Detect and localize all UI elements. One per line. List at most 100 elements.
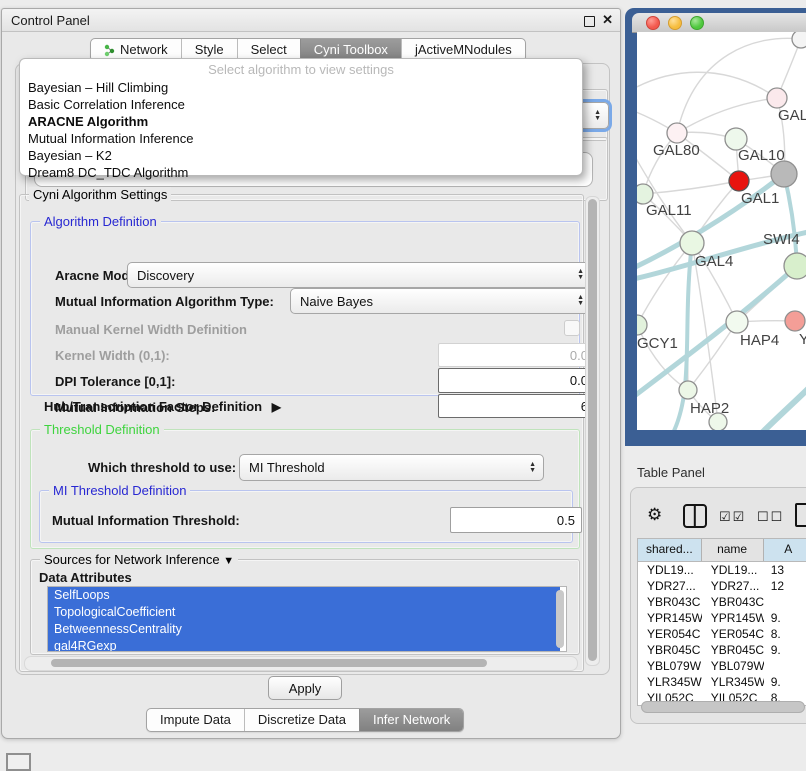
tab-discretize-data[interactable]: Discretize Data xyxy=(244,709,359,731)
node-label: GAL80 xyxy=(653,142,700,159)
sources-group-title[interactable]: Sources for Network Inference ▼ xyxy=(40,552,238,567)
manual-kernel-width-checkbox[interactable] xyxy=(564,320,580,336)
threshold-definition-title: Threshold Definition xyxy=(40,422,164,437)
aracne-mode-combo[interactable]: Discovery ▲▼ xyxy=(127,262,592,288)
table-row[interactable]: YDL19...YDL19...13 xyxy=(638,562,806,578)
tab-impute-data[interactable]: Impute Data xyxy=(147,709,244,731)
node-label: GCY1 xyxy=(637,335,678,352)
table-row[interactable]: YPR145WYPR145W9. xyxy=(638,610,806,626)
bottom-tabbar: Impute Data Discretize Data Infer Networ… xyxy=(146,708,464,732)
zoom-traffic-light[interactable] xyxy=(690,16,704,30)
close-traffic-light[interactable] xyxy=(646,16,660,30)
float-window-icon[interactable] xyxy=(584,16,595,27)
node-labels: GAL GAL80 GAL10 GAL1 GAL11 GAL4 SWI4 GCY… xyxy=(637,107,806,417)
node-label: GAL xyxy=(778,107,806,124)
manual-kernel-width-label: Manual Kernel Width Definition xyxy=(55,322,247,337)
cyni-algorithm-settings-group: Cyni Algorithm Settings Algorithm Defini… xyxy=(19,194,584,672)
document-icon[interactable] xyxy=(795,503,806,527)
node-gal4[interactable] xyxy=(680,231,704,255)
dropdown-item[interactable]: Bayesian – Hill Climbing xyxy=(20,79,582,96)
node-gal1[interactable] xyxy=(729,171,749,191)
dropdown-item[interactable]: Dream8 DC_TDC Algorithm xyxy=(20,164,582,181)
mi-threshold-group: MI Threshold Definition Mutual Informati… xyxy=(39,490,573,543)
minimize-traffic-light[interactable] xyxy=(668,16,682,30)
settings-horizontal-scrollbar[interactable] xyxy=(24,656,578,671)
table-row[interactable]: YBL079WYBL079W xyxy=(638,658,806,674)
node-label: GAL4 xyxy=(695,253,733,270)
close-icon[interactable]: ✕ xyxy=(602,12,613,28)
node-salmon[interactable] xyxy=(785,311,805,331)
combo-arrows-icon: ▲▼ xyxy=(594,110,601,122)
node-gal80[interactable] xyxy=(667,123,687,143)
column-header-shared-name[interactable]: shared... xyxy=(638,539,702,561)
collapse-down-icon: ▼ xyxy=(223,555,234,567)
mi-algorithm-type-combo[interactable]: Naive Bayes ▲▼ xyxy=(290,288,592,314)
table-panel-title: Table Panel xyxy=(637,465,705,480)
select-all-checkbox-icon[interactable]: ☑☑ xyxy=(719,509,746,525)
data-attributes-list[interactable]: SelfLoops TopologicalCoefficient Between… xyxy=(47,586,567,652)
dpi-tolerance-field[interactable]: 0.0 xyxy=(438,368,595,393)
node-gal2[interactable] xyxy=(767,88,787,108)
mi-steps-field[interactable]: 6 xyxy=(438,394,595,418)
kernel-width-field[interactable]: 0.0 xyxy=(438,343,595,367)
network-icon xyxy=(104,44,115,57)
dropdown-item[interactable]: Basic Correlation Inference xyxy=(20,96,582,113)
dropdown-item[interactable]: Mutual Information Inference xyxy=(20,130,582,147)
combo-arrows-icon: ▲▼ xyxy=(577,269,584,281)
dropdown-placeholder: Select algorithm to view settings xyxy=(20,62,582,77)
node-label: SWI4 xyxy=(763,231,800,248)
network-canvas[interactable]: GAL GAL80 GAL10 GAL1 GAL11 GAL4 SWI4 GCY… xyxy=(637,32,806,430)
tab-infer-network[interactable]: Infer Network xyxy=(359,709,463,731)
node-label: GAL10 xyxy=(738,147,785,164)
node-hap4[interactable] xyxy=(726,311,748,333)
list-item[interactable]: SelfLoops xyxy=(48,587,560,604)
table-row[interactable]: YER054CYER054C8. xyxy=(638,626,806,642)
panel-title: Control Panel xyxy=(11,13,90,28)
list-item[interactable]: TopologicalCoefficient xyxy=(48,604,560,621)
mi-threshold-label: Mutual Information Threshold: xyxy=(52,513,240,528)
sources-group: Sources for Network Inference ▼ Data Att… xyxy=(30,559,580,655)
mi-threshold-group-title: MI Threshold Definition xyxy=(49,483,190,498)
table-row[interactable]: YDR27...YDR27...12 xyxy=(638,578,806,594)
node-gray[interactable] xyxy=(771,161,797,187)
dropdown-item-aracne[interactable]: ARACNE Algorithm xyxy=(20,113,582,130)
data-attributes-label: Data Attributes xyxy=(39,570,132,585)
node-swi4[interactable] xyxy=(784,253,806,279)
table-panel-card: ⚙ ☑☑ ☐☐ shared... name A YDL19...YDL19..… xyxy=(630,487,806,724)
mi-algorithm-type-label: Mutual Information Algorithm Type: xyxy=(55,294,274,309)
list-scrollbar[interactable] xyxy=(556,590,564,648)
gear-icon[interactable]: ⚙ xyxy=(647,506,662,523)
combo-arrows-icon: ▲▼ xyxy=(577,295,584,307)
node-label: GAL1 xyxy=(741,190,779,207)
settings-group-title: Cyni Algorithm Settings xyxy=(29,187,171,202)
which-threshold-combo[interactable]: MI Threshold ▲▼ xyxy=(239,454,544,481)
table-row[interactable]: YBR045CYBR045C9. xyxy=(638,642,806,658)
table-row[interactable]: YBR043CYBR043C xyxy=(638,594,806,610)
list-item[interactable]: gal4RGexp xyxy=(48,638,560,652)
node-gal11[interactable] xyxy=(637,184,653,204)
apply-button[interactable]: Apply xyxy=(268,676,342,700)
node-gcy1[interactable] xyxy=(637,315,647,335)
node-hap2[interactable] xyxy=(679,381,697,399)
which-threshold-label: Which threshold to use: xyxy=(88,460,236,475)
dpi-tolerance-label: DPI Tolerance [0,1]: xyxy=(55,374,175,389)
list-item[interactable]: BetweennessCentrality xyxy=(48,621,560,638)
combo-arrows-icon: ▲▼ xyxy=(529,462,536,474)
table-horizontal-scrollbar[interactable] xyxy=(639,700,806,713)
column-header-name[interactable]: name xyxy=(702,539,764,561)
split-columns-icon[interactable] xyxy=(683,504,707,528)
hub-definition-toggle[interactable]: Hub/Transcription Factor Definition ▶ xyxy=(44,399,281,414)
threshold-definition-group: Threshold Definition Which threshold to … xyxy=(30,429,580,549)
dropdown-item[interactable]: Bayesian – K2 xyxy=(20,147,582,164)
node-partial-top[interactable] xyxy=(792,32,806,48)
settings-vertical-scrollbar[interactable] xyxy=(585,196,600,666)
node-table[interactable]: shared... name A YDL19...YDL19...13 YDR2… xyxy=(637,538,806,706)
expand-right-icon: ▶ xyxy=(272,400,281,414)
table-row[interactable]: YLR345WYLR345W9. xyxy=(638,674,806,690)
algorithm-dropdown-popup: Select algorithm to view settings Bayesi… xyxy=(19,58,583,176)
deselect-all-checkbox-icon[interactable]: ☐☐ xyxy=(757,509,784,525)
node-label: Y xyxy=(799,331,806,348)
column-header-partial[interactable]: A xyxy=(764,539,806,561)
mi-threshold-field[interactable]: 0.5 xyxy=(450,507,582,533)
minimized-panel-icon[interactable] xyxy=(6,753,31,771)
